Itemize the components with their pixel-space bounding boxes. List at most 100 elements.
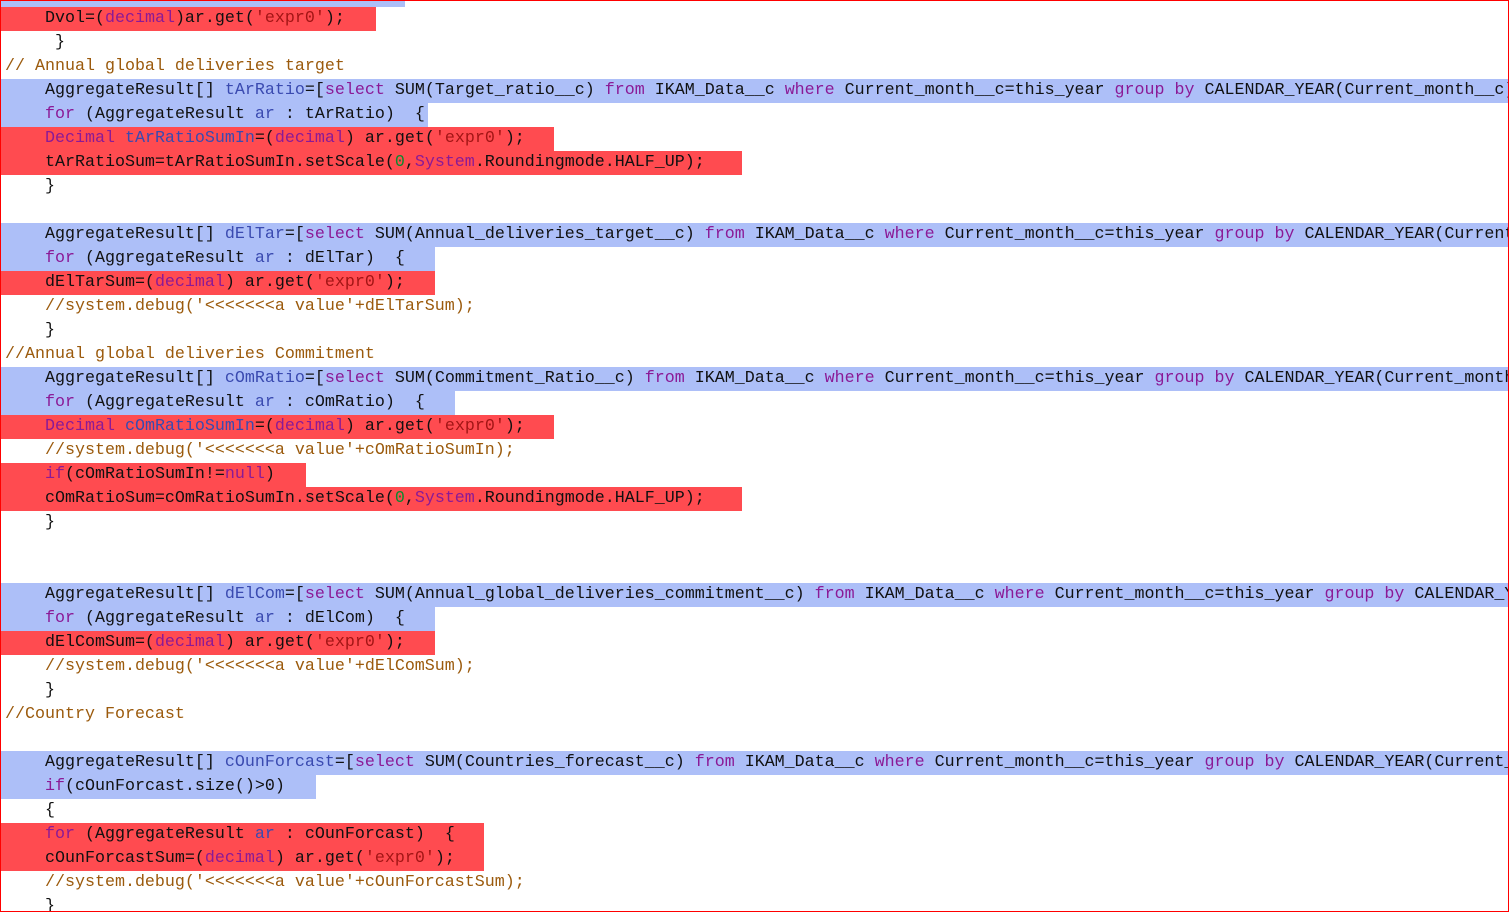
- code-line[interactable]: for (AggregateResult ar : cOmRatio) {: [1, 391, 1508, 415]
- code-token: select: [304, 585, 365, 604]
- code-token: (AggregateResult: [74, 105, 255, 124]
- code-line[interactable]: for (AggregateResult ar : dElTar) {: [1, 247, 1508, 271]
- code-line[interactable]: for (AggregateResult ar : dElCom) {: [1, 607, 1508, 631]
- code-token: (AggregateResult: [74, 609, 255, 628]
- code-token: select: [324, 369, 385, 388]
- code-token: }: [5, 897, 55, 912]
- code-line-text: //Annual global deliveries Commitment: [5, 343, 375, 367]
- code-line[interactable]: //system.debug('<<<<<<<a value'+dElTarSu…: [1, 295, 1508, 319]
- code-token: : dElTar) {: [274, 249, 405, 268]
- code-token: {: [5, 801, 55, 820]
- code-line[interactable]: [1, 535, 1508, 559]
- code-line-text: }: [5, 175, 55, 199]
- code-token: SUM(Annual_global_deliveries_commitment_…: [364, 585, 815, 604]
- code-token: )ar.get(: [174, 9, 255, 28]
- code-line[interactable]: }: [1, 175, 1508, 199]
- code-token: 'expr0': [434, 129, 505, 148]
- code-line-text: //system.debug('<<<<<<<a value'+dElTarSu…: [5, 295, 475, 319]
- code-line[interactable]: dElTarSum=(decimal) ar.get('expr0');: [1, 271, 1508, 295]
- code-line-text: }: [5, 895, 55, 912]
- code-token: =[: [304, 369, 325, 388]
- code-token: decimal: [204, 849, 275, 868]
- code-line-text: tArRatioSum=tArRatioSumIn.setScale(0,Sys…: [5, 151, 705, 175]
- code-token: System: [414, 153, 475, 172]
- code-token: tArRatioSumIn: [124, 129, 255, 148]
- code-view[interactable]: Dvol=(decimal)ar.get('expr0'); }// Annua…: [1, 1, 1508, 912]
- code-line[interactable]: //Country Forecast: [1, 703, 1508, 727]
- code-token: select: [354, 753, 415, 772]
- code-token: tArRatio: [224, 81, 305, 100]
- code-line[interactable]: for (AggregateResult ar : cOunForcast) {: [1, 823, 1508, 847]
- code-line[interactable]: cOunForcastSum=(decimal) ar.get('expr0')…: [1, 847, 1508, 871]
- code-line[interactable]: }: [1, 319, 1508, 343]
- code-token: where: [884, 225, 935, 244]
- code-token: decimal: [154, 273, 225, 292]
- code-token: ar: [254, 105, 275, 124]
- code-line[interactable]: cOmRatioSum=cOmRatioSumIn.setScale(0,Sys…: [1, 487, 1508, 511]
- code-line[interactable]: //system.debug('<<<<<<<a value'+cOunForc…: [1, 871, 1508, 895]
- code-line[interactable]: Decimal cOmRatioSumIn=(decimal) ar.get('…: [1, 415, 1508, 439]
- code-token: 'expr0': [254, 9, 325, 28]
- code-token: //system.debug('<<<<<<<a value'+dElComSu…: [5, 657, 475, 676]
- code-line[interactable]: if(cOmRatioSumIn!=null): [1, 463, 1508, 487]
- code-token: }: [5, 681, 55, 700]
- code-line[interactable]: // Annual global deliveries target: [1, 55, 1508, 79]
- code-line[interactable]: Decimal tArRatioSumIn=(decimal) ar.get('…: [1, 127, 1508, 151]
- code-line[interactable]: AggregateResult[] dElTar=[select SUM(Ann…: [1, 223, 1508, 247]
- code-token: where: [824, 369, 875, 388]
- code-token: null: [224, 465, 265, 484]
- code-line[interactable]: AggregateResult[] cOmRatio=[select SUM(C…: [1, 367, 1508, 391]
- code-token: from: [704, 225, 745, 244]
- code-line[interactable]: AggregateResult[] tArRatio=[select SUM(T…: [1, 79, 1508, 103]
- code-line-text: }: [5, 679, 55, 703]
- code-token: (cOmRatioSumIn!=: [64, 465, 225, 484]
- code-line[interactable]: {: [1, 799, 1508, 823]
- code-line[interactable]: AggregateResult[] dElCom=[select SUM(Ann…: [1, 583, 1508, 607]
- code-line[interactable]: }: [1, 31, 1508, 55]
- code-line-text: for (AggregateResult ar : cOunForcast) {: [5, 823, 455, 847]
- code-token: cOmRatioSum=cOmRatioSumIn.setScale(: [5, 489, 395, 508]
- code-token: ) ar.get(: [274, 849, 365, 868]
- code-token: );: [384, 273, 405, 292]
- added-line-highlight: [1, 1, 405, 7]
- code-token: cOmRatioSumIn: [124, 417, 255, 436]
- code-line[interactable]: //system.debug('<<<<<<<a value'+cOmRatio…: [1, 439, 1508, 463]
- code-token: group by: [1114, 81, 1195, 100]
- code-line[interactable]: Dvol=(decimal)ar.get('expr0');: [1, 7, 1508, 31]
- code-line[interactable]: dElComSum=(decimal) ar.get('expr0');: [1, 631, 1508, 655]
- code-line-text: dElComSum=(decimal) ar.get('expr0');: [5, 631, 405, 655]
- code-token: where: [874, 753, 925, 772]
- code-line[interactable]: //system.debug('<<<<<<<a value'+dElComSu…: [1, 655, 1508, 679]
- code-token: for: [44, 249, 75, 268]
- code-token: cOmRatio: [224, 369, 305, 388]
- code-line[interactable]: //Annual global deliveries Commitment: [1, 343, 1508, 367]
- code-line-text: Dvol=(decimal)ar.get('expr0');: [5, 7, 345, 31]
- code-line[interactable]: [1, 559, 1508, 583]
- code-line[interactable]: tArRatioSum=tArRatioSumIn.setScale(0,Sys…: [1, 151, 1508, 175]
- code-line[interactable]: }: [1, 895, 1508, 912]
- code-token: dElTarSum=(: [5, 273, 155, 292]
- code-token: cOunForcastSum=(: [5, 849, 205, 868]
- code-token: AggregateResult[]: [5, 753, 225, 772]
- code-line-text: }: [5, 511, 55, 535]
- code-token: from: [644, 369, 685, 388]
- code-line[interactable]: }: [1, 511, 1508, 535]
- code-token: );: [504, 417, 525, 436]
- code-token: if: [44, 777, 65, 796]
- code-token: CALENDAR_YEAR(Current_: [1294, 225, 1509, 244]
- code-token: (AggregateResult: [74, 393, 255, 412]
- code-line-text: AggregateResult[] cOmRatio=[select SUM(C…: [5, 367, 1508, 391]
- code-line[interactable]: [1, 199, 1508, 223]
- code-token: //system.debug('<<<<<<<a value'+cOmRatio…: [5, 441, 515, 460]
- code-line[interactable]: }: [1, 679, 1508, 703]
- code-line-text: // Annual global deliveries target: [5, 55, 345, 79]
- code-line[interactable]: [1, 727, 1508, 751]
- code-line[interactable]: if(cOunForcast.size()>0): [1, 775, 1508, 799]
- code-line[interactable]: [1, 1, 1508, 7]
- code-token: =[: [334, 753, 355, 772]
- code-line[interactable]: for (AggregateResult ar : tArRatio) {: [1, 103, 1508, 127]
- code-line[interactable]: AggregateResult[] cOunForcast=[select SU…: [1, 751, 1508, 775]
